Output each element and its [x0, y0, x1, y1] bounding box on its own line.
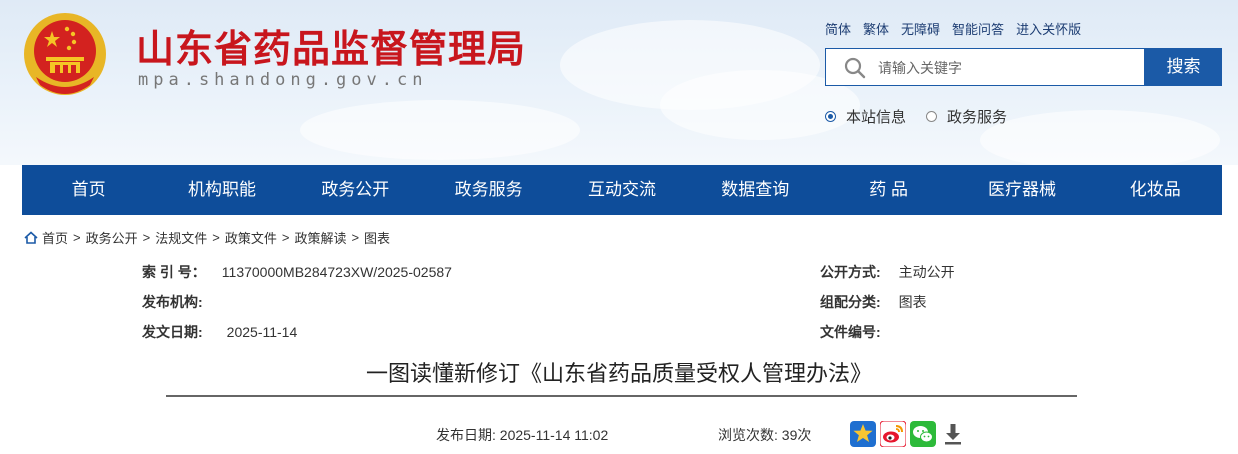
nav-gov-services[interactable]: 政务服务	[422, 165, 555, 215]
meta-issuer-label: 发布机构:	[142, 294, 203, 310]
meta-docno: 文件编号:	[820, 322, 899, 342]
main-nav: 首页 机构职能 政务公开 政务服务 互动交流 数据查询 药 品 医疗器械 化妆品	[22, 165, 1222, 215]
scope-gov-services-label: 政务服务	[947, 109, 1008, 126]
title-divider	[166, 395, 1077, 397]
breadcrumb: 首页 > 政务公开 > 法规文件 > 政策文件 > 政策解读 > 图表	[24, 228, 390, 247]
crumb-gov-open[interactable]: 政务公开	[86, 228, 138, 247]
national-emblem-icon	[24, 13, 106, 95]
search-icon	[844, 57, 866, 79]
crumb-separator: >	[142, 230, 151, 245]
radio-unselected-icon	[926, 111, 938, 122]
link-smart-qa[interactable]: 智能问答	[952, 19, 1004, 38]
meta-issuer: 发布机构:	[142, 292, 221, 312]
search-input[interactable]	[876, 49, 1140, 87]
search-scope: 本站信息 政务服务	[825, 106, 1027, 127]
crumb-home[interactable]: 首页	[42, 228, 68, 247]
meta-index: 索 引 号： 11370000MB284723XW/2025-02587	[142, 262, 452, 282]
crumb-regulations[interactable]: 法规文件	[155, 228, 207, 247]
nav-data-query[interactable]: 数据查询	[689, 165, 822, 215]
meta-category-label: 组配分类:	[820, 294, 881, 310]
search-box	[825, 48, 1145, 87]
scope-site-info[interactable]: 本站信息	[825, 106, 906, 127]
top-links: 简体 繁体 无障碍 智能问答 进入关怀版	[825, 19, 1081, 38]
nav-interaction[interactable]: 互动交流	[555, 165, 688, 215]
meta-disclosure: 公开方式: 主动公开	[820, 262, 955, 282]
meta-index-value: 11370000MB284723XW/2025-02587	[221, 264, 452, 280]
crumb-separator: >	[351, 230, 360, 245]
link-accessibility[interactable]: 无障碍	[901, 19, 940, 38]
link-care-version[interactable]: 进入关怀版	[1016, 19, 1081, 38]
radio-selected-icon	[825, 111, 836, 122]
site-header: 山东省药品监督管理局 mpa.shandong.gov.cn 简体 繁体 无障碍…	[0, 0, 1238, 165]
wechat-icon[interactable]	[910, 421, 936, 447]
crumb-charts[interactable]: 图表	[364, 228, 390, 247]
nav-gov-open[interactable]: 政务公开	[289, 165, 422, 215]
nav-medical-devices[interactable]: 医疗器械	[955, 165, 1088, 215]
meta-date-value: 2025-11-14	[226, 324, 298, 340]
crumb-policy-docs[interactable]: 政策文件	[225, 228, 277, 247]
meta-disclosure-value: 主动公开	[898, 264, 955, 280]
scope-gov-services[interactable]: 政务服务	[926, 106, 1007, 127]
home-icon	[24, 231, 38, 244]
link-traditional[interactable]: 繁体	[863, 19, 889, 38]
meta-date-label: 发文日期:	[142, 324, 203, 340]
meta-category-value: 图表	[898, 294, 927, 310]
nav-institution[interactable]: 机构职能	[155, 165, 288, 215]
crumb-separator: >	[73, 230, 81, 245]
crumb-separator: >	[212, 230, 220, 245]
scope-site-info-label: 本站信息	[846, 109, 907, 126]
search-button[interactable]: 搜索	[1145, 48, 1222, 86]
crumb-separator: >	[281, 230, 290, 245]
favorite-star-icon[interactable]	[850, 421, 876, 447]
meta-category: 组配分类: 图表	[820, 292, 927, 312]
site-domain: mpa.shandong.gov.cn	[138, 70, 428, 90]
article-title: 一图读懂新修订《山东省药品质量受权人管理办法》	[365, 361, 872, 386]
link-simplified[interactable]: 简体	[825, 19, 851, 38]
nav-drugs[interactable]: 药 品	[822, 165, 955, 215]
view-count: 浏览次数: 39次	[718, 427, 812, 443]
site-title: 山东省药品监督管理局	[136, 26, 527, 71]
publish-date: 发布日期: 2025-11-14 11:02	[436, 427, 609, 443]
meta-disclosure-label: 公开方式:	[820, 264, 881, 280]
nav-home[interactable]: 首页	[22, 165, 155, 215]
nav-cosmetics[interactable]: 化妆品	[1089, 165, 1222, 215]
weibo-icon[interactable]	[880, 421, 906, 447]
download-icon[interactable]	[940, 421, 966, 447]
crumb-policy-interpretation[interactable]: 政策解读	[294, 228, 346, 247]
meta-date: 发文日期: 2025-11-14	[142, 322, 297, 342]
meta-docno-label: 文件编号:	[820, 324, 881, 340]
meta-index-label: 索 引 号：	[142, 264, 206, 280]
